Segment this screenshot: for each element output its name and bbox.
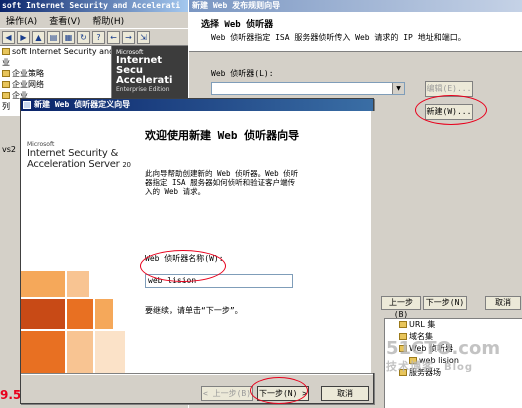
folder-icon (2, 81, 10, 88)
folder-icon (399, 321, 407, 328)
button-separator (21, 373, 373, 375)
publish-wizard-heading: 选择 Web 侦听器 (201, 20, 274, 30)
wizard-content: 欢迎使用新建 Web 侦听器向导 此向导帮助创建新的 Web 侦听器。Web 侦… (131, 111, 375, 373)
decorative-block (67, 331, 93, 373)
edit-listener-button[interactable]: 编辑(E)... (425, 81, 473, 97)
back-arrow-icon[interactable]: ← (107, 30, 120, 44)
up-icon[interactable]: ▲ (32, 30, 45, 44)
console-title: soft Internet Security and Accelerati (0, 0, 190, 12)
refresh-icon[interactable]: ↻ (77, 30, 90, 44)
decorative-blocks (21, 271, 131, 373)
listener-wizard-titlebar: 新建 Web 侦听器定义向导 (21, 99, 373, 111)
watermark: 51CTO.com 技术博客 Blog (386, 338, 501, 374)
export-icon[interactable]: ⇲ (137, 30, 150, 44)
menu-action[interactable]: 操作(A) (6, 14, 37, 27)
tree-item[interactable]: URL 集 (385, 319, 522, 331)
tree-item-vs2[interactable]: vs2 (0, 144, 20, 155)
menu-help[interactable]: 帮助(H) (92, 14, 124, 27)
chevron-down-icon[interactable]: ▼ (392, 83, 404, 94)
publish-cancel-button[interactable]: 取消 (485, 296, 521, 310)
decorative-block (95, 331, 125, 373)
decorative-block (21, 299, 65, 329)
wizard-scrollbar (371, 111, 375, 373)
tree-item[interactable]: soft Internet Security and (0, 46, 111, 57)
console-toolbar: ◀ ▶ ▲ ▤ ▦ ↻ ? ← → ⇲ (0, 28, 190, 46)
tree-item[interactable]: 企业网络 (0, 79, 111, 90)
wizard-heading: 欢迎使用新建 Web 侦听器向导 (145, 129, 300, 142)
wizard-description: 此向导帮助创建新的 Web 侦听器。Web 侦听器指定 ISA 服务器如何侦听和… (145, 169, 299, 196)
console-banner: Microsoft Internet Secu Accelerati Enter… (112, 46, 190, 100)
back-button[interactable]: < 上一步(B) (201, 386, 253, 401)
menu-view[interactable]: 查看(V) (49, 14, 80, 27)
forward-arrow-icon[interactable]: → (122, 30, 135, 44)
wizard-side-panel: Microsoft Internet Security & Accelerati… (21, 111, 131, 373)
console-menubar: 操作(A) 查看(V) 帮助(H) (0, 12, 190, 28)
folder-icon (2, 92, 10, 99)
wizard-icon (23, 101, 31, 109)
new-listener-button[interactable]: 新建(W)... (425, 104, 473, 120)
listener-wizard-title: 新建 Web 侦听器定义向导 (34, 100, 131, 109)
publish-wizard-subtitle: Web 侦听器指定 ISA 服务器侦听传入 Web 请求的 IP 地址和端口。 (211, 33, 466, 42)
decorative-block (95, 299, 113, 329)
product-logo: Microsoft Internet Security & Accelerati… (27, 141, 131, 170)
publish-wizard-header: 选择 Web 侦听器 Web 侦听器指定 ISA 服务器侦听传入 Web 请求的… (189, 12, 522, 52)
next-button[interactable]: 下一步(N) > (257, 386, 309, 401)
folder-icon (2, 48, 10, 55)
decorative-block (21, 331, 65, 373)
listener-name-input[interactable]: web lision (145, 274, 293, 288)
listener-definition-wizard: 新建 Web 侦听器定义向导 Microsoft Internet Securi… (20, 98, 375, 404)
listener-name-label: Web 侦听器名称(W): (145, 254, 224, 263)
continue-instruction: 要继续，请单击“下一步”。 (145, 306, 243, 315)
properties-icon[interactable]: ▦ (62, 30, 75, 44)
decorative-block (21, 271, 65, 297)
show-tree-icon[interactable]: ▤ (47, 30, 60, 44)
forward-icon[interactable]: ▶ (17, 30, 30, 44)
back-icon[interactable]: ◀ (2, 30, 15, 44)
listener-select[interactable]: ▼ (211, 82, 405, 95)
folder-icon (2, 70, 10, 77)
listener-label: Web 侦听器(L): (211, 69, 274, 78)
decorative-block (67, 271, 89, 297)
publish-wizard-title: 新建 Web 发布规则向导 (189, 0, 522, 12)
decorative-block (67, 299, 93, 329)
tree-item[interactable]: 业 (0, 57, 111, 68)
publish-back-button[interactable]: 上一步(B) (381, 296, 421, 319)
cancel-button[interactable]: 取消 (321, 386, 369, 401)
tree-item[interactable]: 企业策略 (0, 68, 111, 79)
publish-next-button[interactable]: 下一步(N) (423, 296, 467, 310)
help-icon[interactable]: ? (92, 30, 105, 44)
